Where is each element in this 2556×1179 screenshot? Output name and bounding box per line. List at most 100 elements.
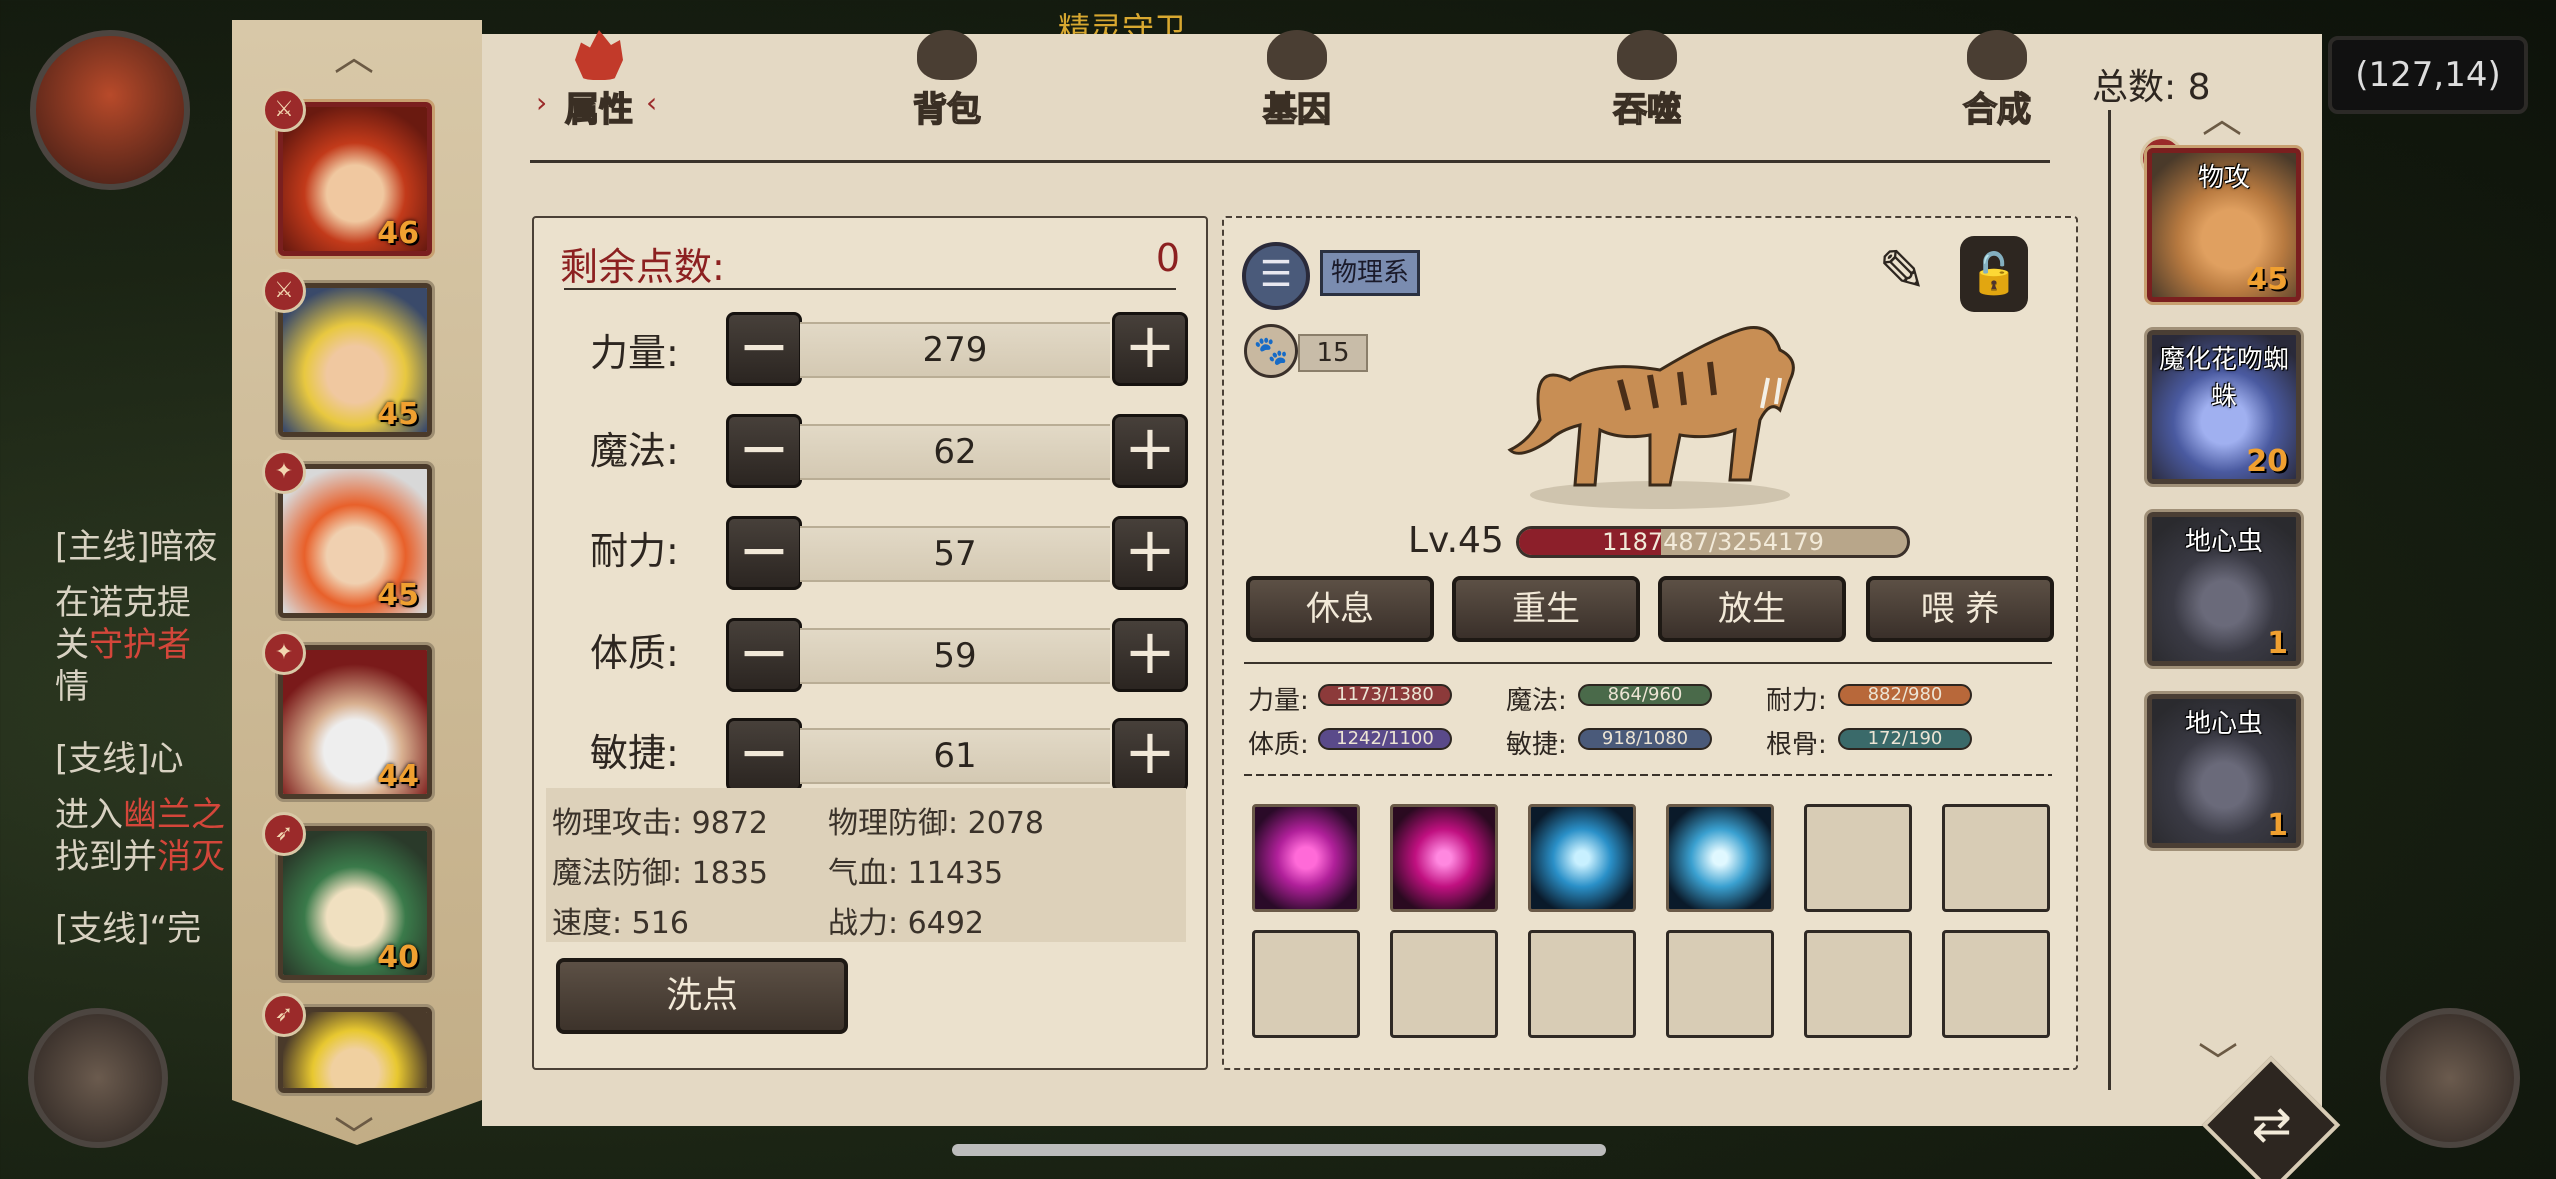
decrease-constitution-button[interactable]: −: [726, 618, 802, 692]
quest-text: 关: [55, 625, 89, 665]
hero-portrait[interactable]: 44: [278, 645, 432, 799]
backpack-tab-icon: [917, 30, 977, 80]
map-coordinates: (127,14): [2328, 36, 2528, 114]
remaining-divider: [564, 288, 1176, 290]
paw-icon: 🐾: [1244, 324, 1298, 378]
quest-tag: [支线]“完: [55, 909, 202, 949]
stat-speed: 速度: 516: [552, 906, 689, 941]
active-tab-right-marker-icon: ‹: [646, 86, 658, 119]
growth-divider-bottom: [1244, 774, 2052, 776]
empty-skill-slot[interactable]: [1528, 930, 1636, 1038]
stat-physical-attack: 物理攻击: 9872: [552, 806, 769, 841]
roster-down-arrow-icon[interactable]: ﹀: [2196, 1043, 2240, 1083]
attribute-value: 62: [800, 424, 1110, 480]
release-button[interactable]: 放生: [1658, 576, 1846, 642]
quest-tag: [主线]暗夜: [55, 527, 218, 567]
roster-pet-name: 地心虫: [2184, 527, 2263, 557]
list-icon[interactable]: ☰: [1242, 242, 1310, 310]
quest-text: 进入: [55, 795, 123, 835]
rebirth-button[interactable]: 重生: [1452, 576, 1640, 642]
pet-type-tag: 物理系: [1320, 250, 1420, 296]
player-avatar-button[interactable]: [30, 30, 190, 190]
remaining-points-label: 剩余点数:: [560, 245, 725, 289]
decrease-stamina-button[interactable]: −: [726, 516, 802, 590]
magic-class-badge-icon: ✦: [262, 450, 306, 494]
unlock-padlock-icon[interactable]: 🔓: [1960, 236, 2028, 312]
roster-pet-level: 45: [2246, 262, 2288, 297]
decrease-strength-button[interactable]: −: [726, 312, 802, 386]
quest-target: 守护者: [89, 625, 191, 665]
rest-button[interactable]: 休息: [1246, 576, 1434, 642]
magic-class-badge-icon: ✦: [262, 631, 306, 675]
attribute-label: 魔法:: [590, 429, 679, 473]
attribute-value: 57: [800, 526, 1110, 582]
increase-agility-button[interactable]: +: [1112, 718, 1188, 792]
roster-divider: [2108, 110, 2111, 1090]
bag-shortcut-button[interactable]: [28, 1008, 168, 1148]
empty-skill-slot[interactable]: [1252, 930, 1360, 1038]
active-tab-left-marker-icon: ›: [536, 86, 548, 119]
empty-skill-slot[interactable]: [1804, 804, 1912, 912]
tab-bag[interactable]: 背包: [862, 30, 1032, 150]
roster-pet-item[interactable]: 物攻 45: [2147, 148, 2301, 302]
quest-text: 在诺克提: [55, 583, 191, 623]
roster-pet-name: 地心虫: [2184, 709, 2263, 739]
growth-bar-magic: 864/960: [1578, 684, 1712, 706]
skull-skill-icon[interactable]: [1252, 804, 1360, 912]
hero-list-up-arrow-icon[interactable]: ︿: [332, 37, 376, 77]
quest-target: 消灭: [157, 837, 225, 877]
attack-class-badge-icon: ⚔: [262, 88, 306, 132]
roster-pet-level: 20: [2246, 444, 2288, 479]
pink-slash-skill-icon[interactable]: [1390, 804, 1498, 912]
empty-skill-slot[interactable]: [1804, 930, 1912, 1038]
roster-pet-level: 1: [2267, 626, 2288, 661]
quest-tag: [支线]: [55, 739, 150, 779]
feed-button[interactable]: 喂 养: [1866, 576, 2054, 642]
hero-level: 45: [377, 578, 419, 613]
tab-gene[interactable]: 基因: [1212, 30, 1382, 150]
hero-portrait[interactable]: 40: [278, 826, 432, 980]
ice-claw-skill-icon[interactable]: [1528, 804, 1636, 912]
empty-skill-slot[interactable]: [1942, 930, 2050, 1038]
hero-list-down-arrow-icon[interactable]: ﹀: [332, 1117, 376, 1157]
empty-skill-slot[interactable]: [1390, 930, 1498, 1038]
empty-skill-slot[interactable]: [1666, 930, 1774, 1038]
rename-quill-icon[interactable]: ✎: [1878, 236, 1934, 306]
devour-tab-icon: [1617, 30, 1677, 80]
increase-magic-button[interactable]: +: [1112, 414, 1188, 488]
decrease-magic-button[interactable]: −: [726, 414, 802, 488]
hero-level: 45: [377, 397, 419, 432]
quest-text: 情: [55, 667, 89, 707]
ranged-class-badge-icon: ➶: [262, 812, 306, 856]
flame-tab-icon: [575, 30, 623, 80]
roster-pet-item[interactable]: 地心虫 1: [2147, 694, 2301, 848]
growth-label: 力量:: [1248, 686, 1309, 716]
hero-level: 46: [377, 216, 419, 251]
empty-skill-slot[interactable]: [1942, 804, 2050, 912]
increase-strength-button[interactable]: +: [1112, 312, 1188, 386]
vortex-skill-icon[interactable]: [1666, 804, 1774, 912]
roster-pet-name: 魔化花吻蜘蛛: [2158, 345, 2289, 412]
attribute-label: 力量:: [590, 331, 679, 375]
growth-label: 敏捷:: [1506, 730, 1567, 760]
roster-pet-level: 1: [2267, 808, 2288, 843]
hero-portrait[interactable]: 46: [278, 102, 432, 256]
decrease-agility-button[interactable]: −: [726, 718, 802, 792]
exp-value: 1187487/3254179: [1602, 528, 1824, 556]
growth-divider-top: [1244, 662, 2052, 664]
roster-pet-item[interactable]: 地心虫 1: [2147, 512, 2301, 666]
remaining-points-value: 0: [1155, 236, 1180, 280]
attack-class-badge-icon: ⚔: [262, 269, 306, 313]
hero-portrait[interactable]: 45: [278, 464, 432, 618]
roster-up-arrow-icon[interactable]: ︿: [2200, 99, 2244, 139]
reset-points-button[interactable]: 洗点: [556, 958, 848, 1034]
hero-portrait[interactable]: 45: [278, 283, 432, 437]
tab-synthesis[interactable]: 合成: [1912, 30, 2082, 150]
roster-pet-item[interactable]: 魔化花吻蜘蛛 20: [2147, 330, 2301, 484]
increase-stamina-button[interactable]: +: [1112, 516, 1188, 590]
home-shortcut-button[interactable]: [2380, 1008, 2520, 1148]
exp-bar: 1187487/3254179: [1516, 526, 1910, 558]
increase-constitution-button[interactable]: +: [1112, 618, 1188, 692]
tab-devour[interactable]: 吞噬: [1562, 30, 1732, 150]
hero-level: 44: [377, 759, 419, 794]
